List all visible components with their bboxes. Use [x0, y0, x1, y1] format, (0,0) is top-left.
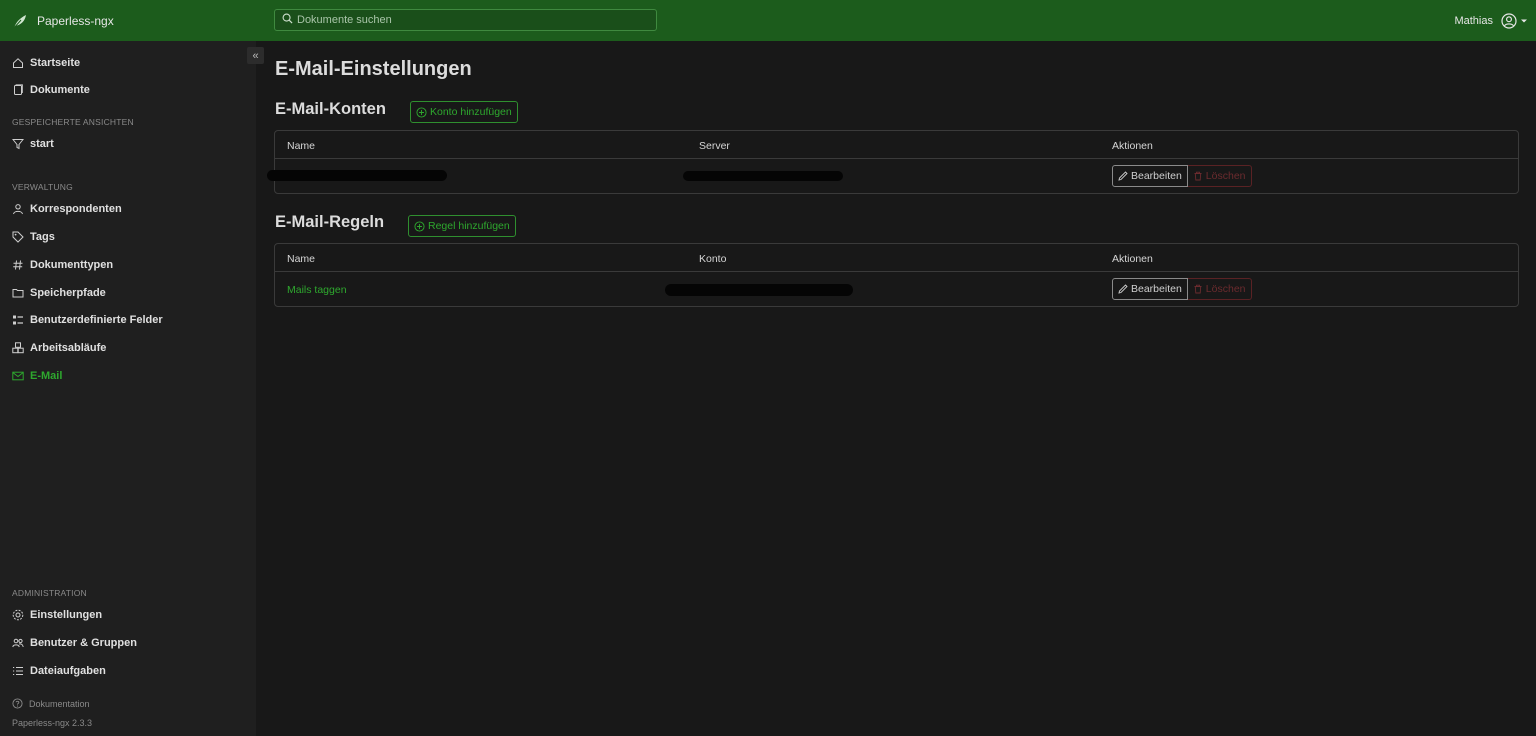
sidebar-item-label: Arbeitsabläufe: [30, 342, 107, 354]
people-icon: [12, 637, 24, 649]
sidebar-item-label: start: [30, 138, 54, 150]
edit-button[interactable]: Bearbeiten: [1112, 165, 1188, 187]
sidebar-item-label: Korrespondenten: [30, 203, 122, 215]
edit-label: Bearbeiten: [1131, 170, 1182, 182]
search-box[interactable]: [274, 9, 657, 31]
admin-heading: ADMINISTRATION: [12, 588, 87, 598]
question-circle-icon: [12, 698, 23, 709]
person-icon: [12, 203, 24, 215]
page-title: E-Mail-Einstellungen: [275, 58, 472, 80]
chevron-double-left-icon: «: [252, 49, 259, 62]
column-header-name: Name: [287, 140, 316, 152]
table-row: Bearbeiten Löschen: [267, 159, 1518, 193]
sidebar-item-label: Speicherpfade: [30, 287, 106, 299]
rules-table: Name Konto Aktionen Mails taggen Bearbei…: [274, 243, 1519, 307]
sidebar-item-korrespondenten[interactable]: Korrespondenten: [12, 201, 122, 217]
sidebar-collapse-button[interactable]: «: [247, 47, 264, 64]
rule-name-link[interactable]: Mails taggen: [287, 284, 347, 296]
sidebar-item-startseite[interactable]: Startseite: [12, 55, 80, 71]
sidebar-item-dokumenttypen[interactable]: Dokumenttypen: [12, 257, 113, 273]
sidebar-item-label: E-Mail: [30, 370, 63, 382]
sidebar-item-label: Dateiaufgaben: [30, 665, 106, 677]
sidebar-item-label: Benutzer & Gruppen: [30, 637, 137, 649]
plus-circle-icon: [416, 106, 427, 118]
gear-icon: [12, 609, 24, 621]
rules-section-title: E-Mail-Regeln: [275, 213, 385, 231]
accounts-table: Name Server Aktionen Bearbeiten Löschen: [267, 130, 1519, 194]
sidebar-item-label: Tags: [30, 231, 55, 243]
user-menu[interactable]: Mathias: [1454, 0, 1528, 41]
sidebar-item-email[interactable]: E-Mail: [12, 368, 62, 384]
sidebar-item-start[interactable]: start: [12, 136, 54, 152]
sidebar-item-benutzerdefinierte-felder[interactable]: Benutzerdefinierte Felder: [12, 312, 163, 328]
sidebar-item-label: Dokumente: [30, 84, 90, 96]
sidebar-item-dateiaufgaben[interactable]: Dateiaufgaben: [12, 663, 106, 679]
folder-icon: [12, 287, 24, 299]
delete-button[interactable]: Löschen: [1187, 165, 1252, 187]
list-task-icon: [12, 665, 24, 677]
app-name: Paperless-ngx: [37, 13, 114, 28]
filter-icon: [12, 138, 24, 150]
sidebar-item-label: Startseite: [30, 57, 81, 69]
sidebar-item-label: Einstellungen: [30, 609, 103, 621]
table-header: Name Konto Aktionen: [275, 244, 1518, 272]
documentation-label: Dokumentation: [29, 698, 90, 709]
edit-button[interactable]: Bearbeiten: [1112, 278, 1188, 300]
saved-views-heading: GESPEICHERTE ANSICHTEN: [12, 117, 134, 127]
caret-down-icon[interactable]: [1520, 17, 1528, 25]
search-input[interactable]: [297, 14, 637, 26]
home-icon: [12, 57, 24, 69]
edit-label: Bearbeiten: [1131, 283, 1182, 295]
add-rule-button[interactable]: Regel hinzufügen: [408, 215, 516, 237]
search-icon: [282, 13, 297, 27]
hash-icon: [12, 259, 24, 271]
row-actions: Bearbeiten Löschen: [1112, 278, 1252, 300]
table-header: Name Server Aktionen: [275, 131, 1518, 159]
boxes-icon: [12, 342, 24, 354]
trash-icon: [1193, 171, 1203, 181]
sidebar-item-speicherpfade[interactable]: Speicherpfade: [12, 285, 106, 301]
delete-button[interactable]: Löschen: [1187, 278, 1252, 300]
column-header-name: Name: [287, 253, 316, 265]
management-heading: VERWALTUNG: [12, 182, 73, 192]
brand[interactable]: Paperless-ngx: [0, 13, 256, 29]
column-header-actions: Aktionen: [1112, 140, 1153, 152]
add-account-button[interactable]: Konto hinzufügen: [410, 101, 518, 123]
sidebar-item-arbeitsablaeufe[interactable]: Arbeitsabläufe: [12, 340, 106, 356]
column-header-konto: Konto: [699, 253, 727, 265]
trash-icon: [1193, 284, 1203, 294]
add-account-label: Konto hinzufügen: [430, 106, 512, 118]
top-navbar: Paperless-ngx Mathias: [0, 0, 1536, 41]
user-circle-icon[interactable]: [1501, 12, 1517, 29]
add-rule-label: Regel hinzufügen: [428, 220, 510, 232]
sidebar-item-tags[interactable]: Tags: [12, 229, 55, 245]
accounts-section-title: E-Mail-Konten: [275, 100, 386, 118]
app-version: Paperless-ngx 2.3.3: [12, 718, 93, 728]
ui-checks-icon: [12, 314, 24, 326]
redacted-account-name: [267, 170, 447, 181]
user-name: Mathias: [1454, 14, 1493, 27]
sidebar-item-label: Dokumenttypen: [30, 259, 114, 271]
plus-circle-icon: [414, 220, 425, 232]
redacted-account: [665, 284, 853, 296]
row-actions: Bearbeiten Löschen: [1112, 165, 1252, 187]
redacted-server: [683, 171, 843, 181]
sidebar-item-label: Benutzerdefinierte Felder: [30, 314, 163, 326]
column-header-actions: Aktionen: [1112, 253, 1153, 265]
sidebar-item-einstellungen[interactable]: Einstellungen: [12, 607, 102, 623]
documents-icon: [12, 84, 24, 96]
delete-label: Löschen: [1205, 283, 1246, 295]
documentation-link[interactable]: Dokumentation: [12, 698, 90, 709]
paperless-leaf-icon: [12, 13, 28, 29]
sidebar-item-benutzer-gruppen[interactable]: Benutzer & Gruppen: [12, 635, 137, 651]
delete-label: Löschen: [1205, 170, 1246, 182]
table-row: Mails taggen Bearbeiten Löschen: [275, 272, 1518, 306]
pencil-icon: [1118, 284, 1128, 294]
pencil-icon: [1118, 171, 1128, 181]
column-header-server: Server: [699, 140, 730, 152]
tag-icon: [12, 231, 24, 243]
sidebar-item-dokumente[interactable]: Dokumente: [12, 82, 90, 98]
envelope-icon: [12, 370, 24, 382]
